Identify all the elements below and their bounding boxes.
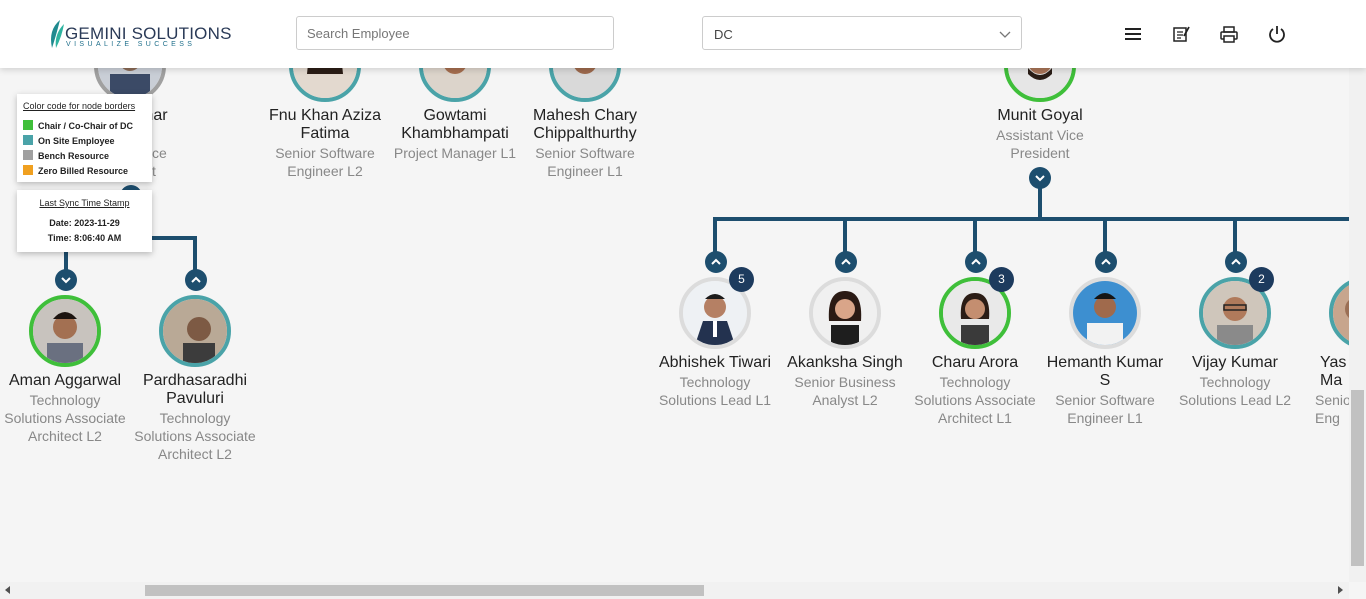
connector-line	[713, 217, 717, 253]
legend-label: Chair / Co-Chair of DC	[38, 121, 134, 131]
employee-title: Technology Solutions Lead L1	[658, 374, 772, 408]
location-select-value: DC	[714, 27, 733, 42]
legend-item: Chair / Co-Chair of DC	[23, 120, 133, 131]
employee-title: Senior Software Engineer L2	[275, 145, 375, 179]
swatch-icon	[23, 120, 33, 130]
connector-line	[1038, 188, 1042, 218]
employee-avatar[interactable]	[1069, 277, 1141, 349]
search-employee-input[interactable]	[296, 16, 614, 50]
scroll-left-arrow-icon[interactable]	[5, 586, 10, 594]
connector-line	[843, 217, 847, 253]
employee-name: Hemanth Kumar S	[1046, 354, 1164, 389]
power-icon	[1269, 26, 1285, 43]
employee-name: Fnu Khan Aziza Fatima	[268, 107, 382, 142]
employee-name: Gowtami Khambhampati	[401, 107, 509, 142]
employee-title: t	[152, 163, 156, 179]
print-button[interactable]	[1219, 24, 1239, 44]
employee-title: Technology Solutions Associate Architect…	[134, 410, 256, 462]
employee-name: Pardhasaradhi Pavuluri	[142, 372, 248, 407]
employee-name: Munit Goyal	[997, 107, 1083, 124]
expand-toggle[interactable]	[1095, 251, 1117, 273]
employee-title: ce	[152, 145, 167, 161]
subordinate-count-badge: 5	[729, 267, 754, 292]
collapse-toggle[interactable]	[1029, 167, 1051, 189]
swatch-icon	[23, 165, 33, 175]
expand-toggle[interactable]	[185, 269, 207, 291]
legend-label: Zero Billed Resource	[38, 166, 129, 176]
employee-name: Abhishek Tiwari	[658, 354, 772, 371]
connector-line	[1233, 217, 1237, 253]
employee-title: Technology Solutions Associate Architect…	[914, 374, 1036, 426]
sync-timestamp-panel: Last Sync Time Stamp Date: 2023-11-29 Ti…	[17, 190, 152, 252]
employee-name: Aman Aggarwal	[8, 372, 122, 389]
swatch-icon	[23, 135, 33, 145]
subordinate-count-badge: 3	[989, 267, 1014, 292]
sync-heading: Last Sync Time Stamp	[39, 198, 130, 208]
horizontal-scrollbar-thumb[interactable]	[145, 585, 704, 596]
employee-title: Senior Software Engineer L1	[1055, 392, 1155, 426]
sync-time: Time: 8:06:40 AM	[47, 233, 122, 243]
connector-line	[713, 217, 1349, 221]
print-icon	[1220, 26, 1238, 43]
employee-title: Senior Business Analyst L2	[794, 374, 896, 408]
legend-item: Bench Resource	[23, 150, 109, 161]
employee-title: Technology Solutions Associate Architect…	[4, 392, 126, 444]
leaf-logo-icon	[51, 20, 64, 48]
employee-title: Senior Software Engineer L1	[535, 145, 635, 179]
vertical-scrollbar-thumb[interactable]	[1351, 390, 1364, 566]
scroll-right-arrow-icon[interactable]	[1338, 586, 1343, 594]
color-legend: Color code for node borders Chair / Co-C…	[17, 94, 152, 182]
logout-button[interactable]	[1267, 24, 1287, 44]
connector-line	[1103, 217, 1107, 253]
employee-title: Project Manager L1	[393, 145, 517, 161]
legend-label: On Site Employee	[38, 136, 115, 146]
menu-icon	[1125, 28, 1141, 40]
connector-line	[973, 217, 977, 253]
employee-name: Vijay Kumar	[1192, 354, 1278, 371]
employee-avatar[interactable]	[29, 295, 101, 367]
sync-date: Date: 2023-11-29	[49, 218, 120, 228]
top-header: GEMINI SOLUTIONS VISUALIZE SUCCESS DC	[0, 0, 1366, 68]
employee-title: Assistant Vice President	[996, 127, 1084, 161]
legend-item: On Site Employee	[23, 135, 115, 146]
vertical-scrollbar[interactable]	[1349, 68, 1366, 582]
expand-toggle[interactable]	[1225, 251, 1247, 273]
expand-toggle[interactable]	[835, 251, 857, 273]
legend-item: Zero Billed Resource	[23, 165, 128, 176]
collapse-toggle[interactable]	[55, 269, 77, 291]
menu-button[interactable]	[1123, 24, 1143, 44]
employee-name: Charu Arora	[931, 354, 1019, 371]
company-logo[interactable]: GEMINI SOLUTIONS VISUALIZE SUCCESS	[46, 16, 231, 52]
chevron-down-icon	[999, 31, 1011, 38]
legend-heading: Color code for node borders	[23, 101, 136, 111]
expand-toggle[interactable]	[965, 251, 987, 273]
swatch-icon	[23, 150, 33, 160]
horizontal-scrollbar[interactable]	[0, 582, 1349, 599]
employee-avatar[interactable]	[159, 295, 231, 367]
logo-tagline: VISUALIZE SUCCESS	[66, 41, 196, 48]
notes-button[interactable]	[1171, 24, 1191, 44]
notes-icon	[1173, 26, 1190, 42]
location-select[interactable]: DC	[702, 16, 1022, 50]
legend-label: Bench Resource	[38, 151, 110, 161]
employee-title: Technology Solutions Lead L2	[1178, 374, 1292, 408]
expand-toggle[interactable]	[705, 251, 727, 273]
employee-avatar[interactable]	[809, 277, 881, 349]
connector-line	[193, 236, 197, 272]
employee-name: Akanksha Singh	[787, 354, 903, 371]
employee-name: Mahesh Chary Chippalthurthy	[532, 107, 638, 142]
subordinate-count-badge: 2	[1249, 267, 1274, 292]
